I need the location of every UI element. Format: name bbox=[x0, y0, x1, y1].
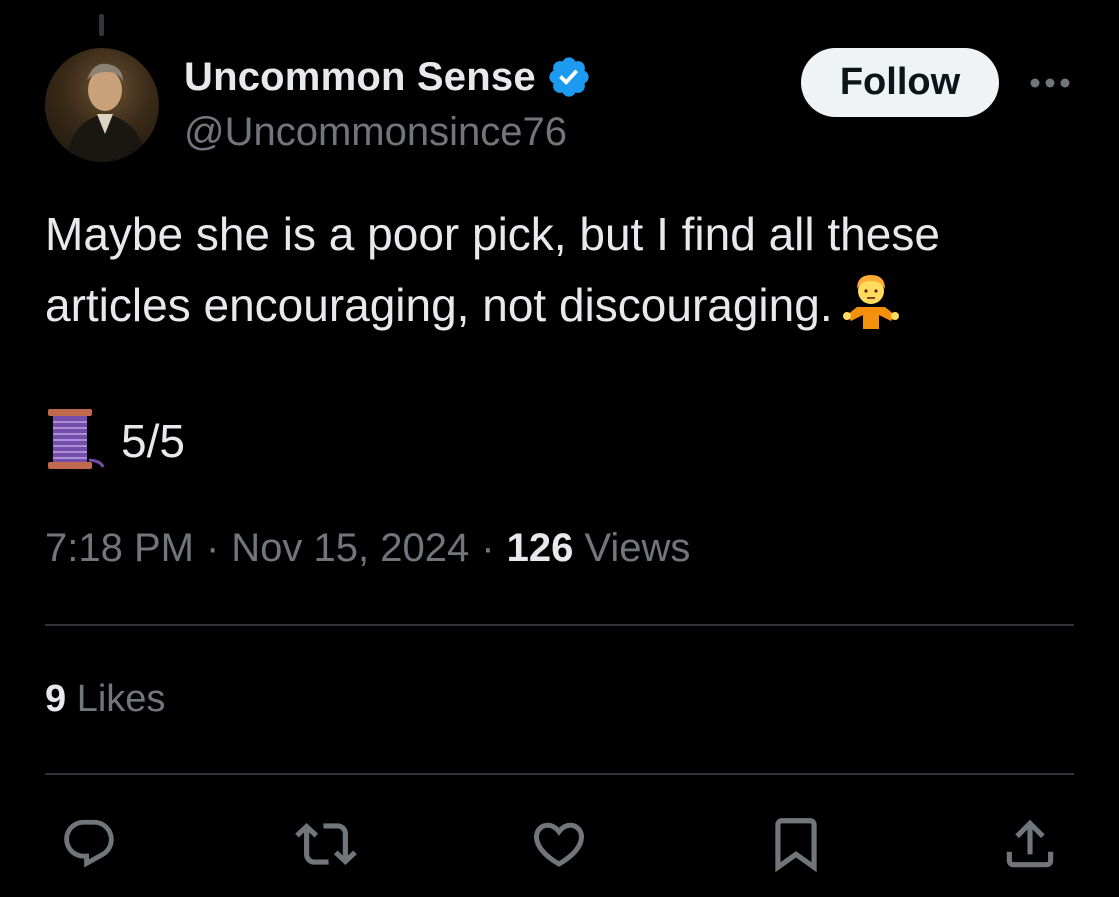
tweet-text-line-2: articles encouraging, not discouraging. bbox=[45, 279, 833, 331]
avatar[interactable] bbox=[45, 48, 159, 162]
tweet-text: Maybe she is a poor pick, but I find all… bbox=[45, 200, 1075, 348]
reply-icon bbox=[64, 819, 114, 868]
thread-spool-emoji-icon bbox=[45, 407, 105, 476]
divider bbox=[45, 773, 1074, 775]
like-button[interactable] bbox=[527, 812, 591, 876]
views-label: Views bbox=[584, 526, 691, 570]
tweet-metadata: 7:18 PM · Nov 15, 2024 · 126 Views bbox=[45, 526, 690, 571]
more-horizontal-icon bbox=[1030, 78, 1070, 88]
likes-stat[interactable]: 9 Likes bbox=[45, 678, 165, 721]
share-button[interactable] bbox=[998, 812, 1062, 876]
separator: · bbox=[481, 526, 495, 570]
tweet-text-line-1: Maybe she is a poor pick, but I find all… bbox=[45, 208, 940, 260]
more-options-button[interactable] bbox=[1026, 66, 1074, 100]
retweet-icon bbox=[295, 823, 357, 865]
tweet-time[interactable]: 7:18 PM bbox=[45, 526, 194, 570]
thread-connector-line bbox=[99, 14, 104, 36]
retweet-button[interactable] bbox=[294, 812, 358, 876]
share-icon bbox=[1006, 819, 1054, 868]
reply-button[interactable] bbox=[57, 812, 121, 876]
separator: · bbox=[205, 526, 220, 570]
portrait-image bbox=[65, 63, 147, 162]
follow-button[interactable]: Follow bbox=[801, 48, 999, 117]
person-shrugging-emoji-icon bbox=[841, 269, 901, 348]
views-count: 126 bbox=[506, 526, 574, 570]
thread-indicator: 5/5 bbox=[45, 406, 185, 476]
likes-label: Likes bbox=[76, 678, 166, 720]
tweet-text-line-2-wrap: articles encouraging, not discouraging. bbox=[45, 269, 1075, 348]
verified-badge-icon[interactable] bbox=[546, 54, 592, 100]
heart-icon bbox=[533, 822, 585, 867]
thread-count: 5/5 bbox=[121, 415, 185, 467]
bookmark-icon bbox=[775, 818, 817, 873]
author-handle[interactable]: @Uncommonsince76 bbox=[184, 110, 567, 155]
tweet-date[interactable]: Nov 15, 2024 bbox=[231, 526, 469, 570]
likes-count: 9 bbox=[45, 678, 67, 720]
author-display-name[interactable]: Uncommon Sense bbox=[184, 55, 536, 100]
bookmark-button[interactable] bbox=[764, 812, 828, 876]
divider bbox=[45, 624, 1074, 626]
author-name-row: Uncommon Sense bbox=[184, 52, 592, 102]
